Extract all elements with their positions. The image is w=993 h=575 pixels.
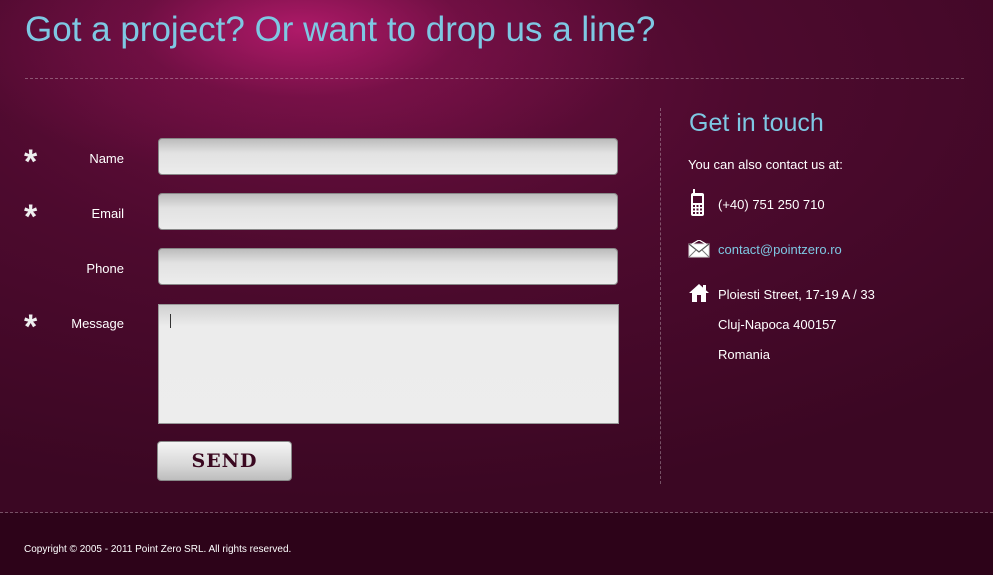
text-caret xyxy=(170,314,171,328)
mobile-phone-icon xyxy=(690,189,712,216)
name-label: Name xyxy=(89,151,124,166)
address-line-2: Cluj-Napoca 400157 xyxy=(718,317,837,332)
column-divider xyxy=(660,108,661,484)
contact-intro: You can also contact us at: xyxy=(688,157,843,172)
home-icon xyxy=(688,283,710,305)
page-title: Got a project? Or want to drop us a line… xyxy=(25,10,656,49)
name-input[interactable] xyxy=(158,138,618,175)
email-input[interactable] xyxy=(158,193,618,230)
contact-email-link[interactable]: contact@pointzero.ro xyxy=(718,242,842,257)
address-line-3: Romania xyxy=(718,347,771,362)
envelope-icon xyxy=(688,239,710,262)
send-button[interactable]: SEND xyxy=(157,441,292,481)
header-divider xyxy=(25,78,964,79)
email-label: Email xyxy=(91,206,124,221)
contact-title: Get in touch xyxy=(689,109,824,137)
footer: Copyright © 2005 - 2011 Point Zero SRL. … xyxy=(0,513,993,575)
copyright-text: Copyright © 2005 - 2011 Point Zero SRL. … xyxy=(24,544,292,555)
contact-phone: (+40) 751 250 710 xyxy=(718,197,825,212)
phone-label: Phone xyxy=(86,261,124,276)
phone-input[interactable] xyxy=(158,248,618,285)
address-line-1: Ploiesti Street, 17-19 A / 33 xyxy=(718,287,875,302)
message-textarea[interactable] xyxy=(158,304,619,424)
message-label: Message xyxy=(71,316,124,331)
